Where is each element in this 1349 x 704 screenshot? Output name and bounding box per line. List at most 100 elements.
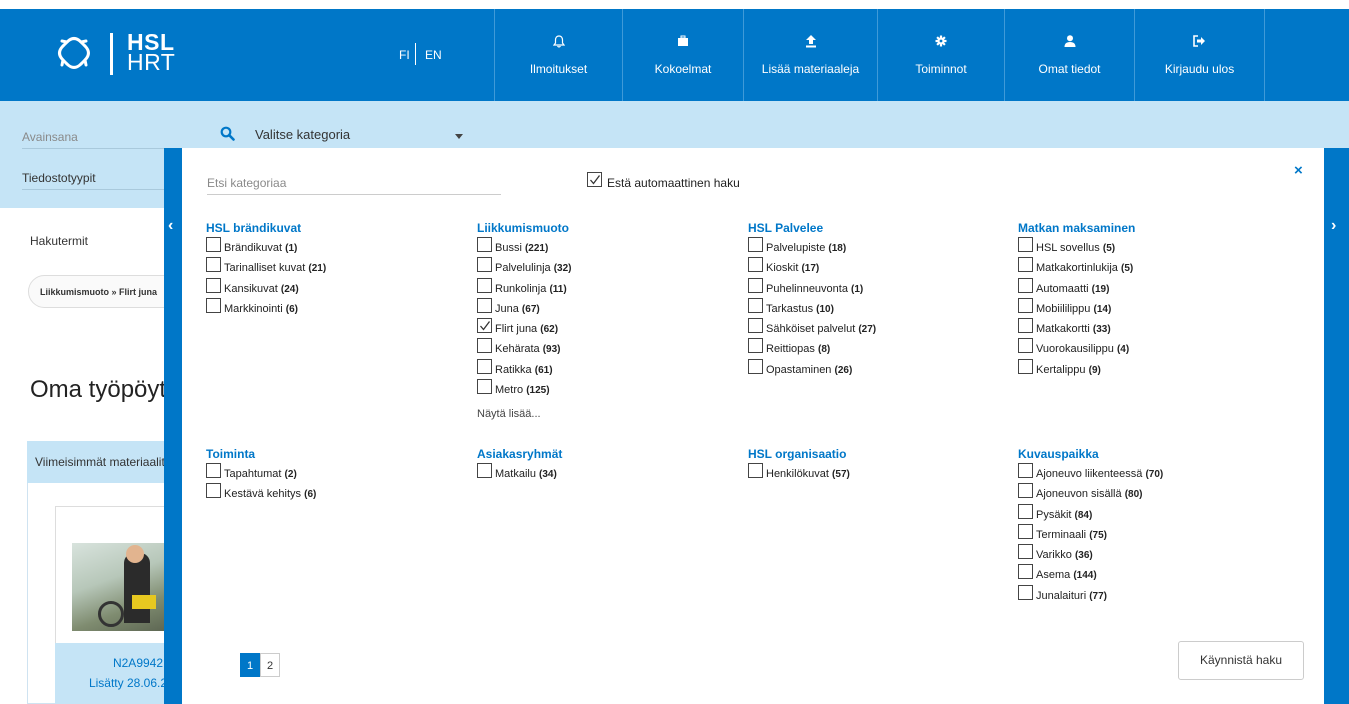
category-checkbox[interactable] — [748, 358, 763, 374]
category-option[interactable]: Juna (67) — [477, 297, 569, 318]
nav-ilmoitukset-button[interactable]: Ilmoitukset — [494, 9, 622, 101]
category-checkbox[interactable] — [206, 237, 221, 252]
category-checkbox[interactable] — [748, 318, 763, 334]
lang-fi-link[interactable]: FI — [399, 9, 410, 101]
category-checkbox[interactable] — [1018, 503, 1033, 519]
category-option[interactable]: Brändikuvat (1) — [206, 237, 301, 257]
category-checkbox[interactable] — [477, 338, 492, 354]
hsl-logo[interactable]: HSL HRT — [50, 29, 200, 79]
category-option[interactable]: Reittiopas (8) — [748, 338, 830, 358]
category-option[interactable]: Kehärata (93) — [477, 338, 569, 358]
category-count: (19) — [1091, 283, 1110, 295]
material-thumbnail[interactable] — [72, 543, 172, 631]
category-option[interactable]: Flirt juna (62) — [477, 318, 569, 338]
category-checkbox[interactable] — [477, 379, 492, 395]
auto-search-checkbox[interactable] — [587, 172, 602, 187]
category-checkbox[interactable] — [1018, 483, 1033, 499]
category-option[interactable]: Markkinointi (6) — [206, 297, 301, 318]
nav-lisaa-materiaaleja-button[interactable]: Lisää materiaaleja — [743, 9, 877, 101]
category-option[interactable]: Matkakortinlukija (5) — [1018, 257, 1135, 277]
category-option[interactable]: Matkakortti (33) — [1018, 318, 1135, 338]
category-checkbox[interactable] — [748, 297, 763, 313]
category-option[interactable]: Sähköiset palvelut (27) — [748, 318, 876, 338]
category-checkbox[interactable] — [477, 297, 492, 313]
category-option[interactable]: HSL sovellus (5) — [1018, 237, 1135, 257]
category-checkbox[interactable] — [748, 237, 763, 252]
chevron-right-icon[interactable]: › — [1331, 217, 1336, 235]
nav-toiminnot-button[interactable]: Toiminnot — [877, 9, 1004, 101]
category-option[interactable]: Puhelinneuvonta (1) — [748, 277, 863, 298]
category-checkbox[interactable] — [1018, 584, 1033, 600]
nav-omat-tiedot-button[interactable]: Omat tiedot — [1004, 9, 1134, 101]
category-checkbox[interactable] — [477, 358, 492, 374]
category-checkbox[interactable] — [748, 257, 763, 273]
category-checkbox[interactable] — [748, 277, 763, 293]
category-checkbox[interactable] — [206, 277, 221, 293]
category-name: Flirt juna — [495, 323, 538, 336]
category-checkbox[interactable] — [206, 463, 221, 478]
show-more-link[interactable]: Näytä lisää... — [477, 404, 541, 420]
category-checkbox[interactable] — [1018, 463, 1033, 478]
category-option[interactable]: Runkolinja (11) — [477, 277, 569, 298]
category-option[interactable]: Mobiililippu (14) — [1018, 297, 1135, 318]
category-option[interactable]: Automaatti (19) — [1018, 277, 1135, 298]
page-1-button[interactable]: 1 — [240, 653, 260, 677]
nav-kokoelmat-button[interactable]: Kokoelmat — [622, 9, 743, 101]
start-search-button[interactable]: Käynnistä haku — [1178, 641, 1304, 680]
category-checkbox[interactable] — [477, 237, 492, 252]
category-checkbox[interactable] — [748, 463, 763, 478]
category-checkbox[interactable] — [1018, 277, 1033, 293]
category-option[interactable]: Kestävä kehitys (6) — [206, 483, 316, 503]
chevron-left-icon[interactable]: ‹ — [168, 217, 173, 235]
category-checkbox[interactable] — [1018, 358, 1033, 374]
category-select[interactable]: Valitse kategoria — [255, 127, 350, 142]
close-icon[interactable]: × — [1294, 162, 1303, 179]
category-option[interactable]: Bussi (221) — [477, 237, 569, 257]
nav-kirjaudu-ulos-button[interactable]: Kirjaudu ulos — [1134, 9, 1264, 101]
category-option[interactable]: Metro (125) — [477, 379, 569, 399]
category-option[interactable]: Kertalippu (9) — [1018, 358, 1135, 379]
category-option[interactable]: Henkilökuvat (57) — [748, 463, 850, 483]
category-checkbox[interactable] — [1018, 564, 1033, 580]
category-option[interactable]: Palvelupiste (18) — [748, 237, 846, 257]
category-option[interactable]: Matkailu (34) — [477, 463, 562, 483]
page-2-button[interactable]: 2 — [260, 653, 280, 677]
category-option[interactable]: Tapahtumat (2) — [206, 463, 297, 483]
category-checkbox[interactable] — [1018, 338, 1033, 354]
category-option[interactable]: Kioskit (17) — [748, 257, 823, 277]
category-checkbox[interactable] — [477, 463, 492, 478]
category-option[interactable]: Ajoneuvon sisällä (80) — [1018, 483, 1142, 503]
category-checkbox[interactable] — [1018, 237, 1033, 252]
category-checkbox[interactable] — [1018, 544, 1033, 560]
category-checkbox[interactable] — [748, 338, 763, 354]
filetypes-select[interactable]: Tiedostotyypit — [22, 171, 96, 185]
modal-next-bar[interactable] — [1324, 148, 1349, 704]
category-checkbox[interactable] — [477, 257, 492, 273]
category-option[interactable]: Ajoneuvo liikenteessä (70) — [1018, 463, 1163, 483]
category-option[interactable]: Palvelulinja (32) — [477, 257, 572, 277]
category-checkbox[interactable] — [1018, 297, 1033, 313]
category-checkbox[interactable] — [206, 483, 221, 499]
category-checkbox[interactable] — [477, 277, 492, 293]
lang-en-link[interactable]: EN — [425, 9, 442, 101]
category-checkbox[interactable] — [1018, 318, 1033, 334]
search-button[interactable] — [220, 126, 236, 142]
keyword-input[interactable]: Avainsana — [22, 130, 78, 144]
category-checkbox[interactable] — [477, 318, 492, 334]
category-search-input[interactable]: Etsi kategoriaa — [207, 176, 286, 190]
category-option[interactable]: Terminaali (75) — [1018, 523, 1107, 544]
category-option[interactable]: Tarkastus (10) — [748, 297, 834, 318]
category-checkbox[interactable] — [206, 297, 221, 313]
category-checkbox[interactable] — [1018, 523, 1033, 539]
category-option[interactable]: Pysäkit (84) — [1018, 503, 1099, 524]
category-option[interactable]: Asema (144) — [1018, 564, 1099, 584]
category-option[interactable]: Junalaituri (77) — [1018, 584, 1107, 605]
category-option[interactable]: Varikko (36) — [1018, 544, 1099, 564]
category-option[interactable]: Ratikka (61) — [477, 358, 569, 379]
category-option[interactable]: Kansikuvat (24) — [206, 277, 301, 298]
category-option[interactable]: Tarinalliset kuvat (21) — [206, 257, 326, 277]
category-checkbox[interactable] — [1018, 257, 1033, 273]
category-checkbox[interactable] — [206, 257, 221, 273]
category-option[interactable]: Vuorokausilippu (4) — [1018, 338, 1135, 358]
category-option[interactable]: Opastaminen (26) — [748, 358, 852, 379]
